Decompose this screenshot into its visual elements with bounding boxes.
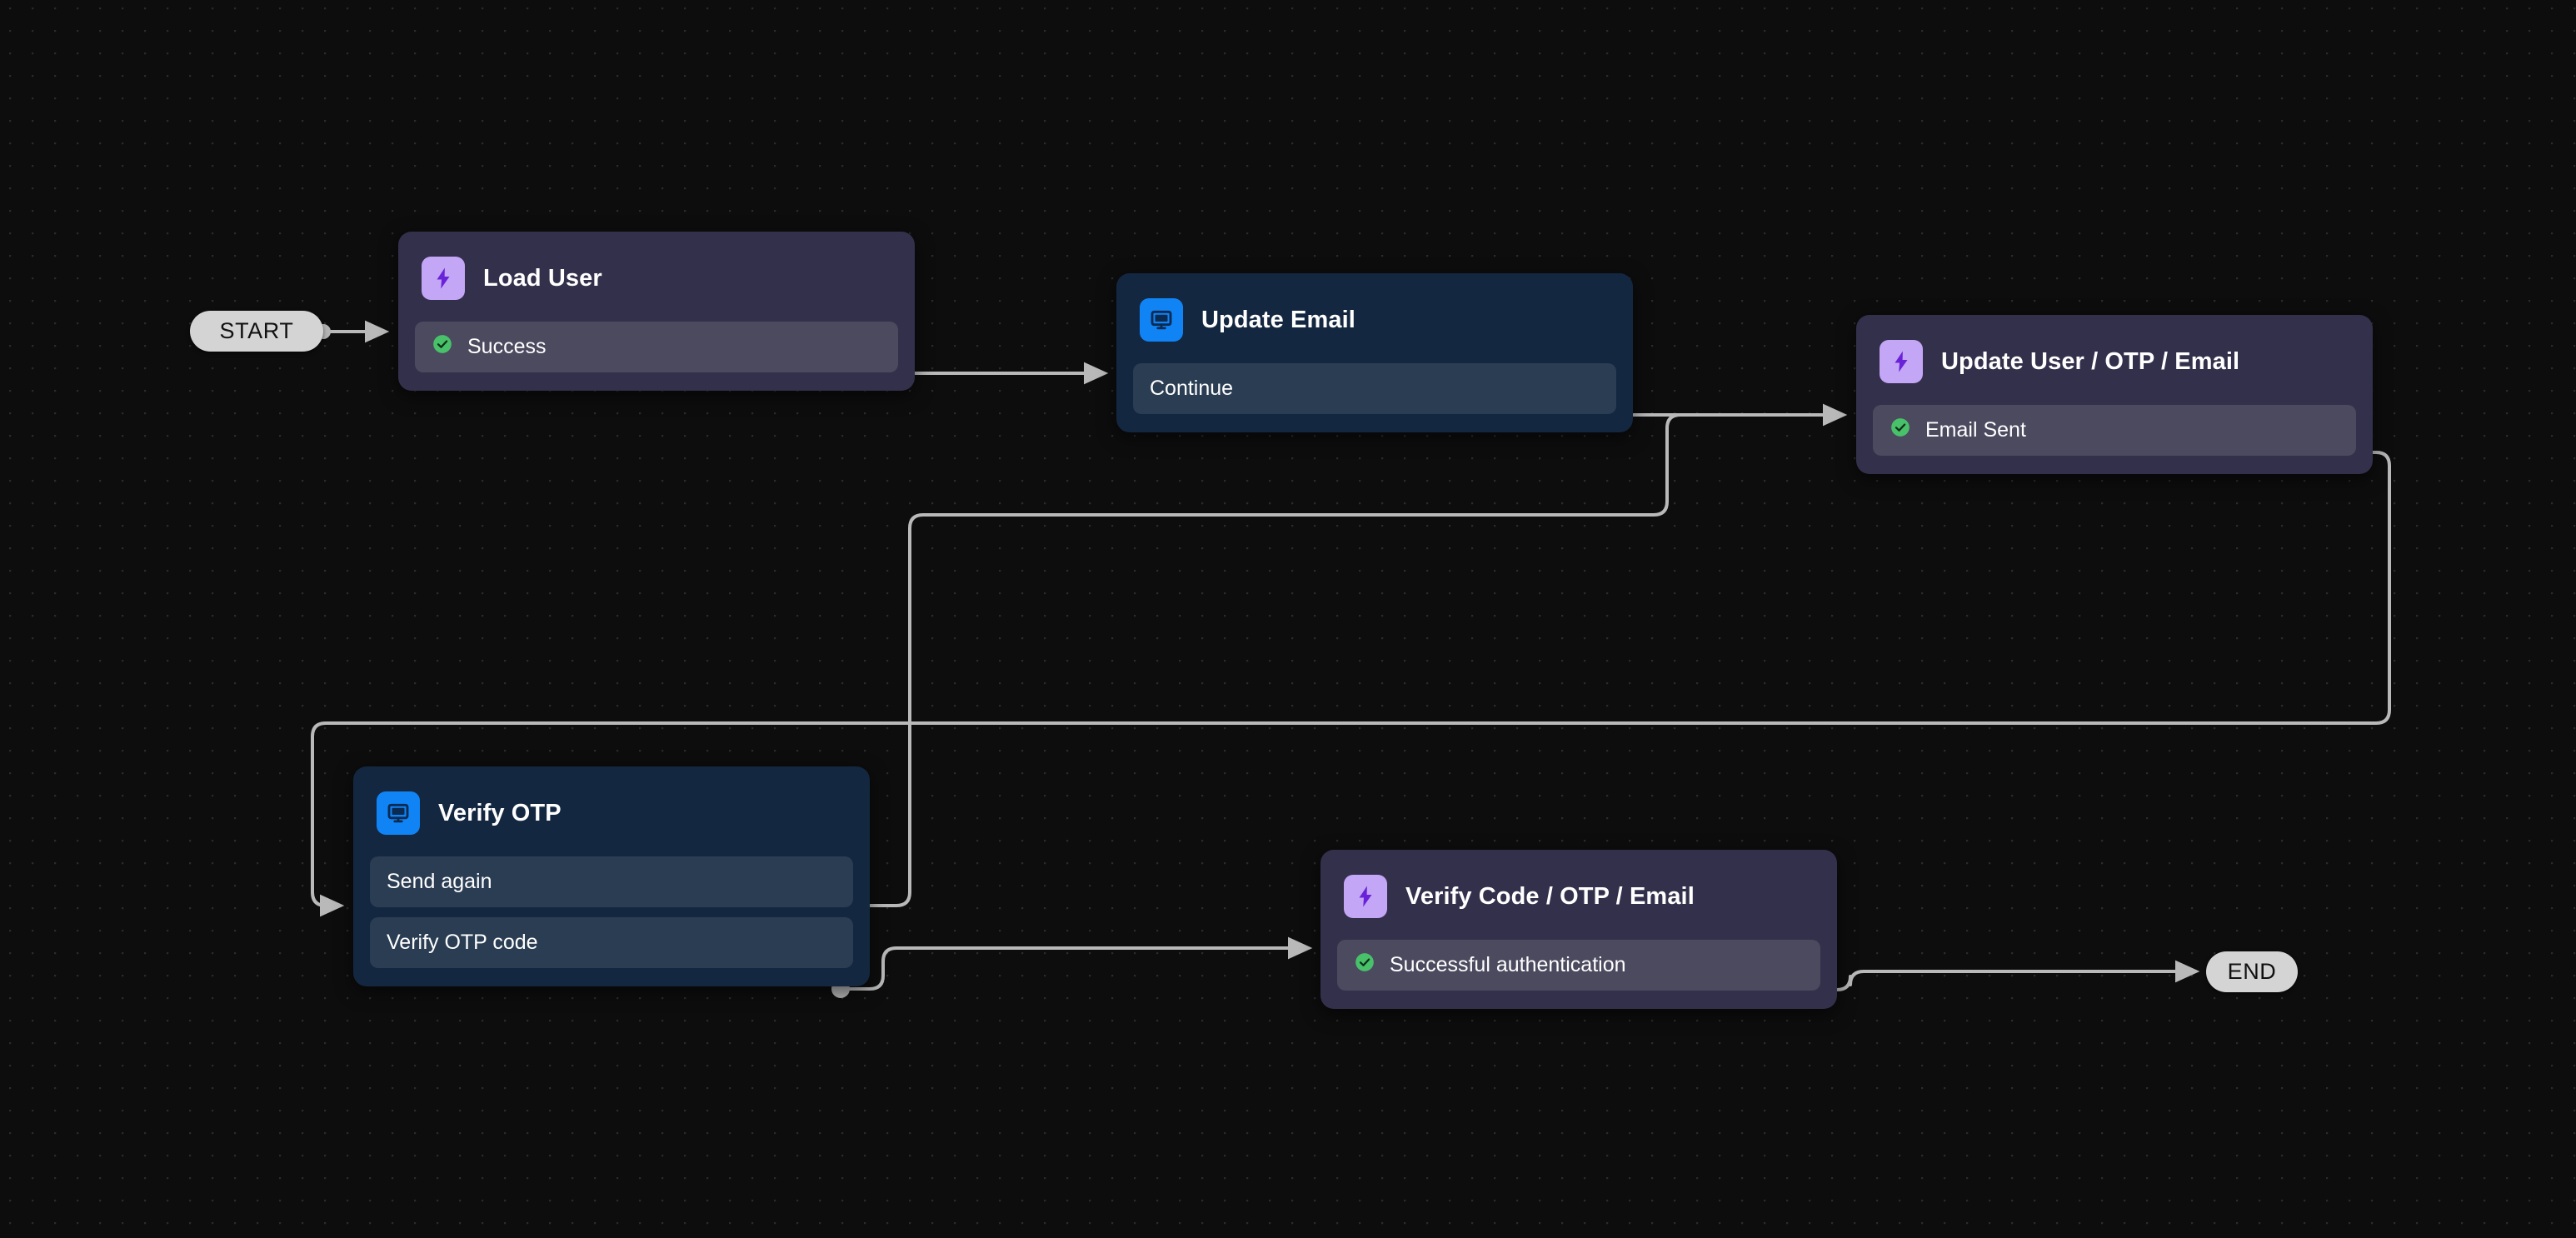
node-title: Update Email (1201, 306, 1355, 333)
node-actions: Success (398, 322, 915, 391)
node-title: Verify OTP (438, 799, 562, 826)
node-header: Load User (398, 232, 915, 322)
edges-layer (311, 320, 2391, 999)
node-verify-code-otp-email[interactable]: Verify Code / OTP / Email Successful aut… (1320, 850, 1837, 1009)
node-header: Update Email (1116, 273, 1633, 363)
action-row-successful-authentication[interactable]: Successful authentication (1337, 940, 1820, 991)
success-check-icon (1890, 417, 1911, 444)
start-terminal[interactable]: START (190, 311, 323, 352)
node-header: Verify Code / OTP / Email (1320, 850, 1837, 940)
action-label: Send again (387, 870, 492, 893)
action-row-continue[interactable]: Continue (1133, 363, 1616, 414)
node-header: Verify OTP (353, 766, 870, 856)
node-verify-otp[interactable]: Verify OTP Send again Verify OTP code (353, 766, 870, 986)
edge-verify-otp-send-again-to-update-user (839, 413, 1682, 907)
node-header: Update User / OTP / Email (1856, 315, 2373, 405)
lightning-bolt-icon (1344, 875, 1387, 918)
lightning-bolt-icon (422, 257, 465, 300)
end-terminal[interactable]: END (2206, 951, 2298, 992)
action-label: Successful authentication (1390, 953, 1626, 976)
edge-verify-otp-code-to-verify-code (839, 936, 1313, 991)
action-row-email-sent[interactable]: Email Sent (1873, 405, 2356, 456)
node-title: Verify Code / OTP / Email (1405, 882, 1695, 910)
node-actions: Email Sent (1856, 405, 2373, 474)
node-update-email[interactable]: Update Email Continue (1116, 273, 1633, 432)
node-title: Load User (483, 264, 602, 292)
edge-verify-code-success-to-end (1806, 960, 2200, 991)
node-actions: Successful authentication (1320, 940, 1837, 1009)
lightning-bolt-icon (1880, 340, 1923, 383)
action-label: Verify OTP code (387, 931, 538, 954)
action-row-verify-otp-code[interactable]: Verify OTP code (370, 917, 853, 968)
node-load-user[interactable]: Load User Success (398, 232, 915, 391)
node-actions: Send again Verify OTP code (353, 856, 870, 986)
flow-canvas[interactable]: START END Load User Success Update Email… (0, 0, 2576, 1238)
success-check-icon (432, 333, 453, 361)
action-label: Success (467, 335, 547, 358)
node-update-user-otp-email[interactable]: Update User / OTP / Email Email Sent (1856, 315, 2373, 474)
action-row-success[interactable]: Success (415, 322, 898, 372)
action-label: Email Sent (1925, 418, 2026, 442)
monitor-icon (377, 791, 420, 835)
monitor-icon (1140, 298, 1183, 342)
success-check-icon (1354, 951, 1375, 979)
action-row-send-again[interactable]: Send again (370, 856, 853, 907)
node-actions: Continue (1116, 363, 1633, 432)
action-label: Continue (1150, 377, 1234, 400)
node-title: Update User / OTP / Email (1941, 347, 2240, 375)
